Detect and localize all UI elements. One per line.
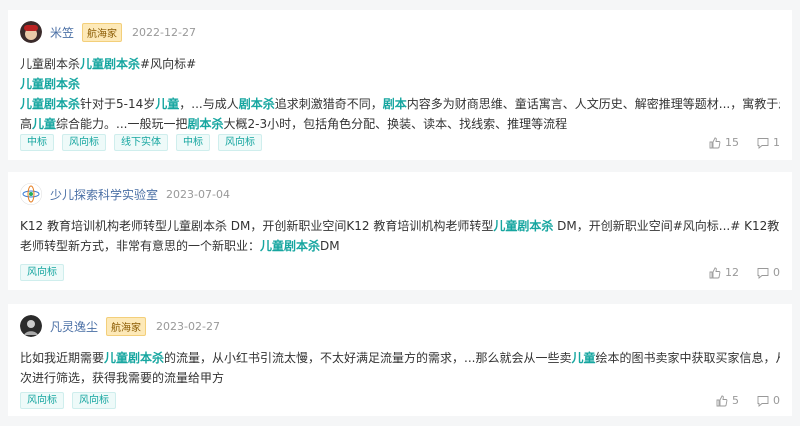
- comment-button[interactable]: 1: [757, 136, 780, 149]
- post-actions: 12 0: [709, 266, 780, 279]
- post-card: 米笠 航海家 2022-12-27 儿童剧本杀儿童剧本杀#风向标# 儿童剧本杀 …: [8, 10, 792, 160]
- post-header: 少儿探索科学实验室 2023-07-04: [20, 178, 780, 210]
- post-feed: 米笠 航海家 2022-12-27 儿童剧本杀儿童剧本杀#风向标# 儿童剧本杀 …: [0, 0, 800, 426]
- username[interactable]: 少儿探索科学实验室: [50, 186, 158, 203]
- tag[interactable]: 中标: [20, 134, 54, 151]
- post-date: 2023-02-27: [156, 319, 220, 333]
- tag-list: 风向标: [20, 264, 64, 281]
- tag[interactable]: 风向标: [20, 392, 64, 409]
- like-count: 15: [725, 136, 739, 149]
- comment-button[interactable]: 0: [757, 394, 780, 407]
- post-actions: 5 0: [716, 394, 780, 407]
- level-badge: 航海家: [106, 316, 147, 336]
- tag-list: 中标 风向标 线下实体 中标 风向标: [20, 134, 262, 151]
- tag-list: 风向标 风向标: [20, 392, 116, 409]
- level-badge: 航海家: [82, 22, 123, 42]
- post-text-line: 儿童剧本杀针对于5-14岁儿童，...与成人剧本杀追求刺激猎奇不同，剧本内容多为…: [20, 97, 780, 111]
- avatar[interactable]: [20, 21, 42, 43]
- like-button[interactable]: 12: [709, 266, 739, 279]
- tag[interactable]: 中标: [176, 134, 210, 151]
- comment-count: 1: [773, 136, 780, 149]
- post-date: 2023-07-04: [166, 187, 230, 201]
- post-subtitle: 儿童剧本杀: [20, 77, 81, 91]
- post-text-line: 比如我近期需要儿童剧本杀的流量，从小红书引流太慢，不太好满足流量方的需求，...…: [20, 351, 780, 365]
- tag[interactable]: 风向标: [20, 264, 64, 281]
- post-body[interactable]: 儿童剧本杀儿童剧本杀#风向标# 儿童剧本杀 儿童剧本杀针对于5-14岁儿童，..…: [20, 54, 780, 134]
- post-card: 凡灵逸尘 航海家 2023-02-27 比如我近期需要儿童剧本杀的流量，从小红书…: [8, 304, 792, 416]
- post-actions: 15 1: [709, 136, 780, 149]
- comment-icon: [757, 137, 769, 149]
- tag[interactable]: 风向标: [62, 134, 106, 151]
- post-text-line: 高儿童综合能力。...一般玩一把剧本杀大概2-3小时，包括角色分配、换装、读本、…: [20, 117, 568, 131]
- post-text-line: 老师转型新方式，非常有意思的一个新职业：儿童剧本杀DM: [20, 239, 340, 253]
- tag[interactable]: 风向标: [72, 392, 116, 409]
- post-text-line: 次进行筛选，获得我需要的流量给甲方: [20, 371, 225, 385]
- comment-count: 0: [773, 266, 780, 279]
- thumbs-up-icon: [716, 395, 728, 406]
- post-card: 少儿探索科学实验室 2023-07-04 K12 教育培训机构老师转型儿童剧本杀…: [8, 172, 792, 290]
- avatar[interactable]: [20, 315, 42, 337]
- post-header: 米笠 航海家 2022-12-27: [20, 16, 780, 48]
- post-text-line: K12 教育培训机构老师转型儿童剧本杀 DM，开创新职业空间K12 教育培训机构…: [20, 219, 780, 233]
- comment-button[interactable]: 0: [757, 266, 780, 279]
- like-count: 5: [732, 394, 739, 407]
- thumbs-up-icon: [709, 267, 721, 278]
- post-title: 儿童剧本杀儿童剧本杀#风向标#: [20, 57, 197, 71]
- post-date: 2022-12-27: [132, 25, 196, 39]
- tag[interactable]: 风向标: [218, 134, 262, 151]
- post-body[interactable]: 比如我近期需要儿童剧本杀的流量，从小红书引流太慢，不太好满足流量方的需求，...…: [20, 348, 780, 388]
- post-header: 凡灵逸尘 航海家 2023-02-27: [20, 310, 780, 342]
- like-count: 12: [725, 266, 739, 279]
- avatar[interactable]: [20, 183, 42, 205]
- comment-count: 0: [773, 394, 780, 407]
- tag[interactable]: 线下实体: [114, 134, 168, 151]
- username[interactable]: 凡灵逸尘: [50, 318, 98, 335]
- comment-icon: [757, 267, 769, 279]
- post-body[interactable]: K12 教育培训机构老师转型儿童剧本杀 DM，开创新职业空间K12 教育培训机构…: [20, 216, 780, 256]
- comment-icon: [757, 395, 769, 407]
- username[interactable]: 米笠: [50, 24, 74, 41]
- like-button[interactable]: 5: [716, 394, 739, 407]
- like-button[interactable]: 15: [709, 136, 739, 149]
- thumbs-up-icon: [709, 137, 721, 148]
